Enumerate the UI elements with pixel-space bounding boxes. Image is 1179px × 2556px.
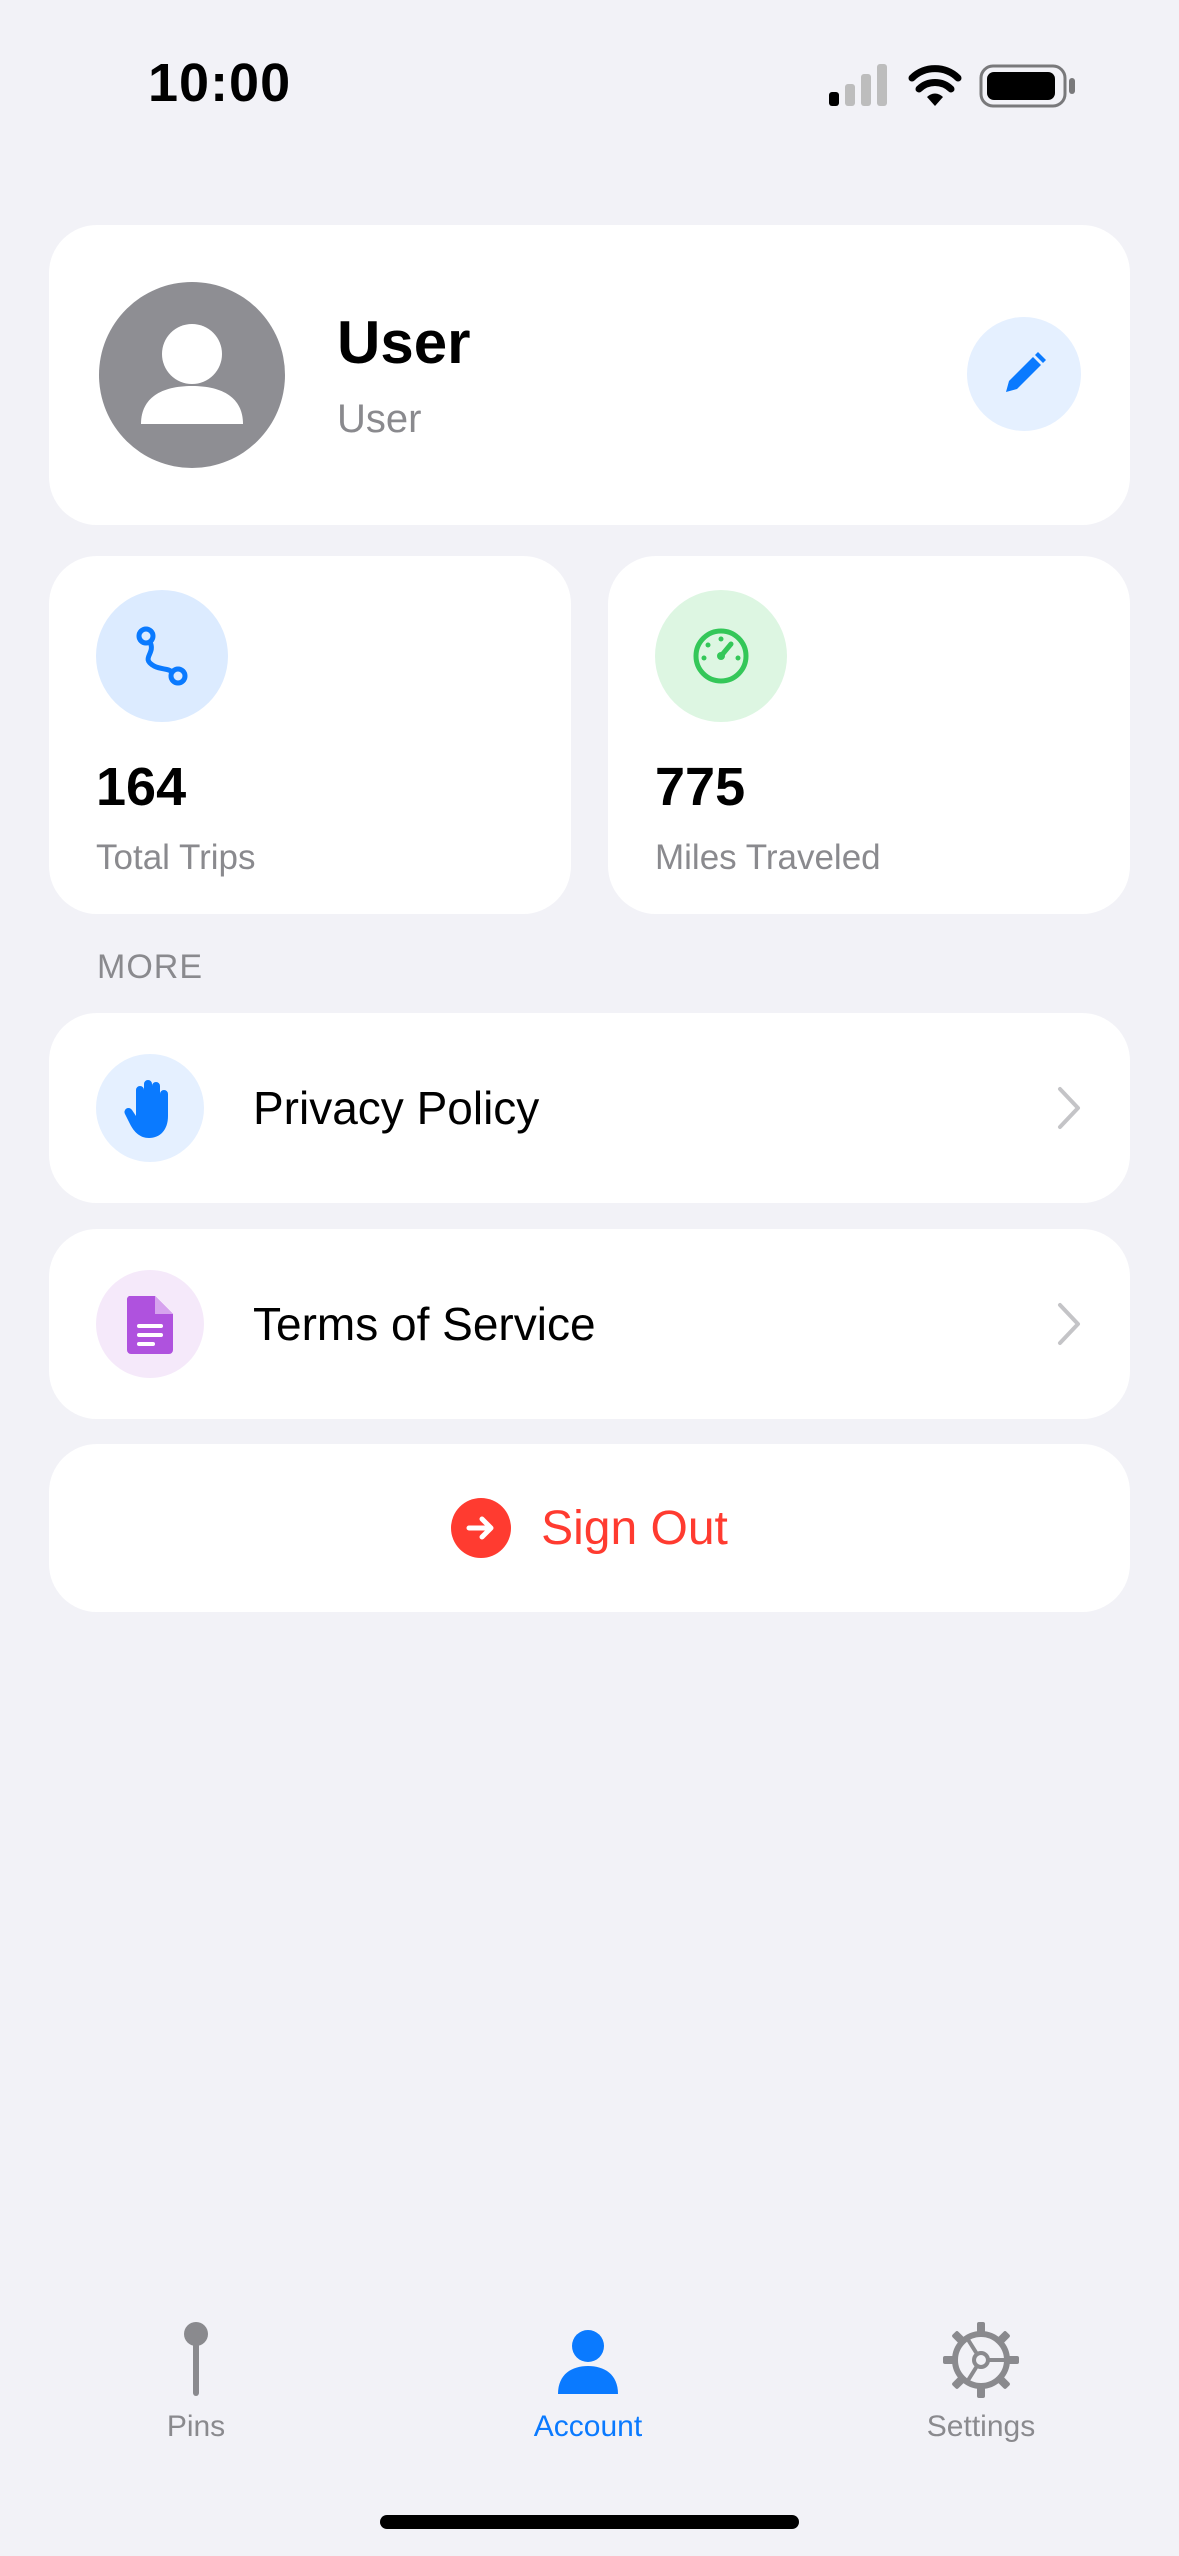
edit-profile-button[interactable] <box>967 317 1081 431</box>
person-icon <box>141 324 243 424</box>
terms-of-service-label: Terms of Service <box>253 1298 596 1350</box>
tab-account[interactable]: Account <box>478 2320 698 2444</box>
terms-of-service-row[interactable]: Terms of Service <box>49 1229 1130 1419</box>
tab-settings[interactable]: Settings <box>871 2320 1091 2444</box>
stat-card-miles: 775 Miles Traveled <box>608 556 1130 914</box>
chevron-right-icon <box>1058 1087 1080 1129</box>
status-icons <box>829 62 1079 110</box>
privacy-policy-label: Privacy Policy <box>253 1082 540 1134</box>
pin-icon <box>184 2322 208 2396</box>
section-header-more: MORE <box>97 948 203 986</box>
sign-out-label: Sign Out <box>541 1501 728 1555</box>
speedometer-icon <box>655 590 787 722</box>
status-time: 10:00 <box>148 53 292 113</box>
stat-label: Miles Traveled <box>655 838 881 877</box>
pencil-icon <box>1006 352 1046 392</box>
home-indicator[interactable] <box>380 2515 799 2529</box>
profile-subtitle: User <box>337 397 422 441</box>
profile-card: User User <box>49 225 1130 525</box>
hand-raised-icon <box>96 1054 204 1162</box>
tab-label: Account <box>533 2410 643 2443</box>
stat-card-trips: 164 Total Trips <box>49 556 571 914</box>
tab-label: Pins <box>166 2410 226 2443</box>
privacy-policy-row[interactable]: Privacy Policy <box>49 1013 1130 1203</box>
stat-value: 775 <box>655 757 746 817</box>
gear-icon <box>943 2322 1019 2398</box>
person-icon <box>558 2330 618 2394</box>
tab-label: Settings <box>926 2410 1036 2443</box>
stat-value: 164 <box>96 757 187 817</box>
arrow-right-circle-icon <box>451 1498 512 1558</box>
route-icon <box>96 590 228 722</box>
chevron-right-icon <box>1058 1303 1080 1345</box>
tab-pins[interactable]: Pins <box>86 2320 306 2444</box>
wifi-icon <box>908 65 962 106</box>
profile-name: User <box>337 309 471 376</box>
cellular-signal-icon <box>829 64 887 106</box>
sign-out-button[interactable]: Sign Out <box>49 1444 1130 1612</box>
stat-label: Total Trips <box>96 838 256 877</box>
avatar <box>99 282 285 468</box>
document-icon <box>96 1270 204 1378</box>
battery-icon <box>979 64 1075 108</box>
